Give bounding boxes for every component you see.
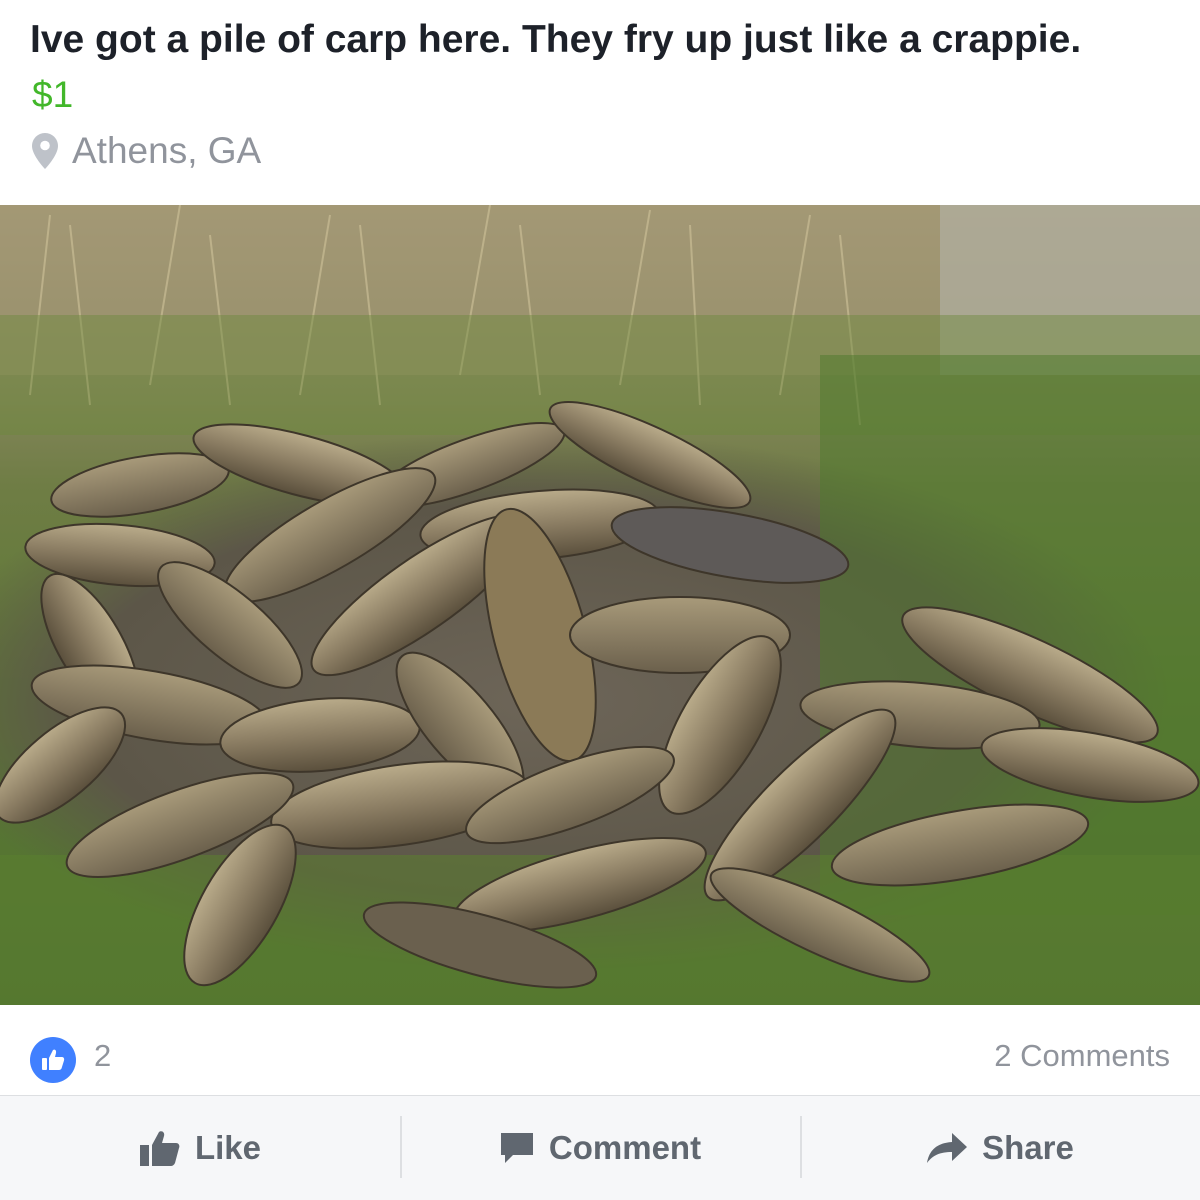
location-pin-icon <box>32 133 58 169</box>
thumbs-up-icon <box>139 1131 180 1166</box>
listing-price: $1 <box>32 74 74 115</box>
comment-count[interactable]: 2 Comments <box>994 1038 1170 1074</box>
listing-photo[interactable] <box>0 205 1200 1005</box>
comment-button[interactable]: Comment <box>400 1096 800 1200</box>
action-bar: Like Comment Share <box>0 1095 1200 1200</box>
listing-header: Ive got a pile of carp here. They fry up… <box>0 0 1200 205</box>
like-reaction-badge[interactable] <box>30 1037 76 1083</box>
fish-pile-image <box>0 205 1200 1005</box>
like-button[interactable]: Like <box>0 1096 400 1200</box>
location-text: Athens, GA <box>72 130 262 171</box>
listing-location[interactable]: Athens, GA <box>32 130 261 172</box>
thumbs-up-icon <box>42 1049 65 1070</box>
comment-label: Comment <box>548 1129 702 1166</box>
share-arrow-icon <box>927 1133 968 1163</box>
post-stats: 2 2 Comments <box>0 1005 1200 1095</box>
comment-bubble-icon <box>500 1133 533 1163</box>
like-label: Like <box>194 1129 262 1166</box>
listing-title[interactable]: Ive got a pile of carp here. They fry up… <box>30 18 1081 62</box>
like-count[interactable]: 2 <box>94 1038 111 1074</box>
share-button[interactable]: Share <box>800 1096 1200 1200</box>
share-label: Share <box>982 1129 1074 1166</box>
